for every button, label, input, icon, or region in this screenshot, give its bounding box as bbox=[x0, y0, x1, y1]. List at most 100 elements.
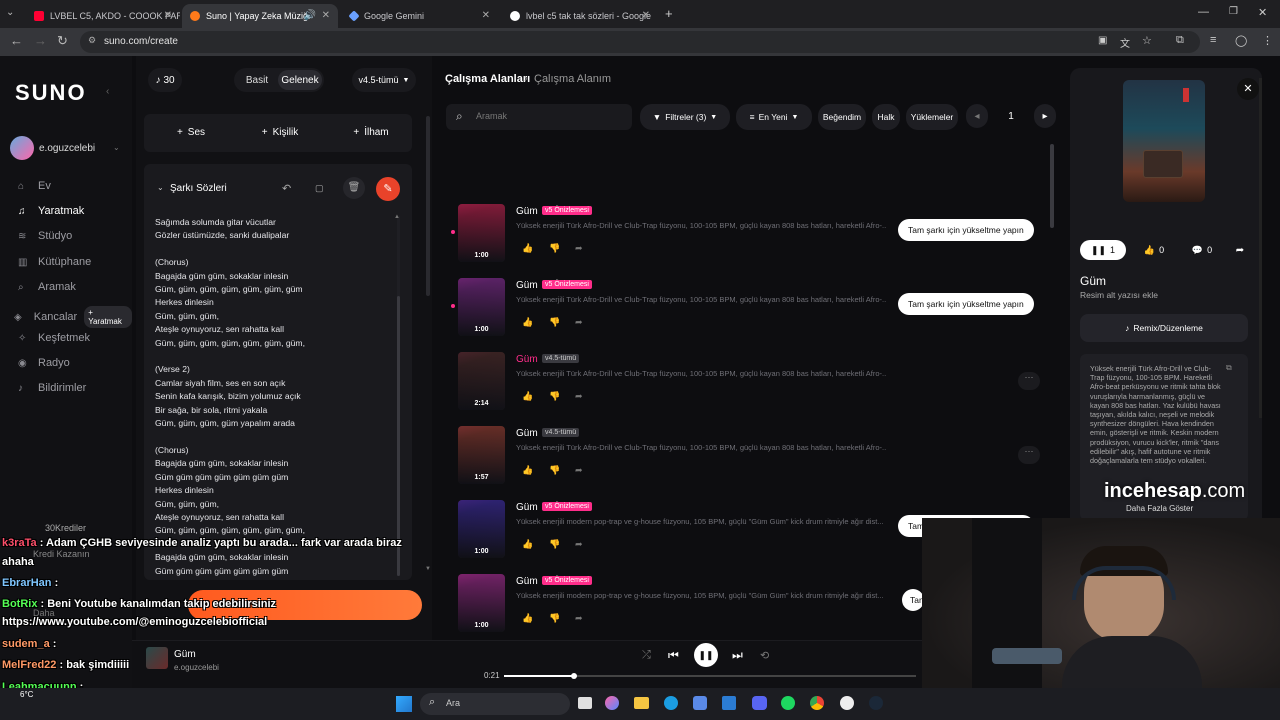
tab-gemini[interactable]: Google Gemini ✕ bbox=[342, 4, 498, 28]
reload-icon[interactable]: ↻ bbox=[57, 33, 68, 49]
obs-icon[interactable] bbox=[840, 696, 854, 710]
song-row[interactable]: 1:57 Güm v4.5-tümü Yüksek enerjili Türk Afr… bbox=[458, 426, 1058, 496]
mode-basic-tab[interactable]: Basit bbox=[240, 70, 274, 90]
chevron-down-icon[interactable]: ⌄ bbox=[113, 143, 120, 152]
close-icon[interactable]: ✕ bbox=[322, 10, 330, 21]
song-title[interactable]: Güm bbox=[516, 280, 538, 291]
sidebar-item-radio[interactable]: ◉ Radyo bbox=[18, 357, 70, 369]
thumbs-down-icon[interactable]: 👎 bbox=[549, 613, 560, 624]
thumbs-down-icon[interactable]: 👎 bbox=[549, 391, 560, 402]
close-icon[interactable]: ✕ bbox=[642, 10, 650, 21]
song-thumbnail[interactable]: 1:00 bbox=[458, 204, 505, 262]
edge-icon[interactable] bbox=[664, 696, 678, 710]
close-icon[interactable]: ✕ bbox=[482, 10, 490, 21]
sidebar-item-home[interactable]: ⌂ Ev bbox=[18, 180, 51, 192]
earn-credits-link[interactable]: Kredi Kazanın bbox=[33, 549, 90, 559]
collapse-sidebar-icon[interactable]: ‹ bbox=[106, 86, 109, 97]
pause-button[interactable]: ❚❚ bbox=[694, 643, 718, 667]
scrollbar-thumb[interactable] bbox=[397, 296, 400, 576]
mode-custom-tab[interactable]: Gelenek bbox=[278, 70, 322, 90]
task-view-icon[interactable] bbox=[578, 697, 592, 709]
pane-scrollbar[interactable] bbox=[426, 116, 430, 296]
thumbs-down-icon[interactable]: 👎 bbox=[549, 465, 560, 476]
thumbs-up-icon[interactable]: 👍 bbox=[522, 317, 533, 328]
song-title[interactable]: Güm bbox=[516, 354, 538, 365]
comments-button[interactable]: 💬 0 bbox=[1182, 240, 1222, 260]
reading-list-icon[interactable]: ≡ bbox=[1210, 34, 1216, 46]
page-number[interactable]: 1 bbox=[994, 104, 1028, 128]
progress-track[interactable] bbox=[504, 673, 916, 679]
translate-icon[interactable]: 文 bbox=[1120, 35, 1130, 50]
model-selector[interactable]: v4.5-tümü ▼ bbox=[352, 68, 416, 92]
taskbar-search[interactable]: ⌕ Ara bbox=[420, 693, 570, 715]
steam-icon[interactable] bbox=[869, 696, 883, 710]
filters-button[interactable]: ▼ Filtreler (3) ▼ bbox=[640, 104, 730, 130]
song-thumbnail[interactable]: 1:00 bbox=[458, 278, 505, 336]
sidebar-item-create[interactable]: ♫ Yaratmak bbox=[18, 205, 84, 217]
caption-field[interactable]: Resim alt yazısı ekle bbox=[1080, 290, 1158, 300]
now-playing-cover[interactable] bbox=[146, 647, 168, 669]
like-button[interactable]: 👍 0 bbox=[1136, 240, 1172, 260]
thumbs-down-icon[interactable]: 👎 bbox=[549, 539, 560, 550]
lyrics-scrollbar[interactable] bbox=[397, 216, 400, 576]
song-thumbnail[interactable]: 1:00 bbox=[458, 574, 505, 632]
share-icon[interactable]: ➦ bbox=[1230, 240, 1250, 260]
windows-start-icon[interactable] bbox=[396, 696, 412, 712]
detail-scrollbar[interactable] bbox=[1259, 78, 1262, 418]
share-icon[interactable]: ➦ bbox=[575, 539, 583, 550]
add-persona-button[interactable]: + Kişilik bbox=[252, 122, 308, 142]
thumbs-up-icon[interactable]: 👍 bbox=[522, 465, 533, 476]
prev-page-button[interactable]: ◂ bbox=[966, 104, 988, 128]
extensions-icon[interactable]: ⧉ bbox=[1176, 34, 1184, 47]
liked-filter-button[interactable]: Beğendim bbox=[818, 104, 866, 130]
play-count-button[interactable]: ❚❚ 1 bbox=[1080, 240, 1126, 260]
public-filter-button[interactable]: Halk bbox=[872, 104, 900, 130]
sidebar-item-explore[interactable]: ✧ Keşfetmek bbox=[18, 332, 90, 344]
now-playing-title[interactable]: Güm bbox=[174, 649, 196, 660]
show-more-button[interactable]: Daha Fazla Göster bbox=[1126, 504, 1193, 513]
song-thumbnail[interactable]: 1:00 bbox=[458, 500, 505, 558]
new-tab-icon[interactable]: + bbox=[665, 6, 673, 21]
url-field[interactable]: ⚙ suno.com/create bbox=[80, 31, 1200, 53]
share-icon[interactable]: ➦ bbox=[575, 243, 583, 254]
sort-button[interactable]: ≡ En Yeni ▼ bbox=[736, 104, 812, 130]
sidebar-item-studio[interactable]: ≋ Stüdyo bbox=[18, 230, 72, 242]
create-hook-badge[interactable]: + Yaratmak bbox=[84, 306, 132, 328]
discord-icon[interactable] bbox=[752, 696, 767, 710]
song-row[interactable]: 1:00 Güm v5 Önizlemesi Yüksek enerjili Türk… bbox=[451, 278, 1058, 348]
back-icon[interactable]: ← bbox=[10, 33, 23, 48]
scroll-down-icon[interactable]: ▼ bbox=[425, 566, 431, 572]
song-title[interactable]: Güm bbox=[516, 502, 538, 513]
sidebar-item-search[interactable]: ⌕ Aramak bbox=[18, 281, 76, 293]
suno-logo[interactable]: SUNO bbox=[15, 80, 87, 106]
copy-icon[interactable]: ⧉ bbox=[1226, 363, 1232, 373]
add-inspiration-button[interactable]: + İlham bbox=[344, 122, 398, 142]
tab-youtube[interactable]: LVBEL C5, AKDO - COOOK PAR ✕ bbox=[26, 4, 180, 28]
more-options-icon[interactable]: ⋯ bbox=[1018, 446, 1040, 464]
mail-icon[interactable] bbox=[722, 696, 736, 710]
menu-icon[interactable]: ⋮ bbox=[1262, 34, 1273, 47]
upgrade-full-song-button[interactable]: Tam bbox=[902, 589, 924, 611]
upgrade-full-song-button[interactable]: Tam şarkı için yükseltme yapın bbox=[898, 219, 1034, 241]
magic-wand-icon[interactable]: ✎ bbox=[376, 177, 400, 201]
upgrade-full-song-button[interactable]: Tam şarkı için yükseltme yapın bbox=[898, 293, 1034, 315]
sidebar-item-notifications[interactable]: ♪ Bildirimler bbox=[18, 382, 86, 394]
forward-icon[interactable]: → bbox=[34, 33, 47, 48]
spotify-icon[interactable] bbox=[781, 696, 795, 710]
search-input[interactable]: ⌕ Aramak bbox=[446, 104, 632, 130]
avatar[interactable] bbox=[10, 136, 34, 160]
minimize-icon[interactable]: — bbox=[1198, 6, 1209, 18]
speaker-icon[interactable]: 🔊 bbox=[304, 10, 316, 21]
add-voice-button[interactable]: + Ses bbox=[166, 122, 216, 142]
file-explorer-icon[interactable] bbox=[634, 697, 649, 709]
thumbs-up-icon[interactable]: 👍 bbox=[522, 539, 533, 550]
song-row[interactable]: 1:00 Güm v5 Önizlemesi Yüksek enerjili Türk… bbox=[451, 204, 1058, 274]
expand-icon[interactable]: ▢ bbox=[315, 183, 324, 194]
weather-widget[interactable]: 6°C bbox=[20, 690, 33, 699]
lyrics-textarea[interactable]: Sağımda solumda gitar vücutlar Gözler üs… bbox=[155, 216, 395, 578]
thumbs-down-icon[interactable]: 👎 bbox=[549, 243, 560, 254]
profile-icon[interactable]: ◯ bbox=[1235, 34, 1247, 47]
share-icon[interactable]: ➦ bbox=[575, 317, 583, 328]
song-thumbnail[interactable]: 2:14 bbox=[458, 352, 505, 410]
detail-title[interactable]: Güm bbox=[1080, 274, 1106, 288]
